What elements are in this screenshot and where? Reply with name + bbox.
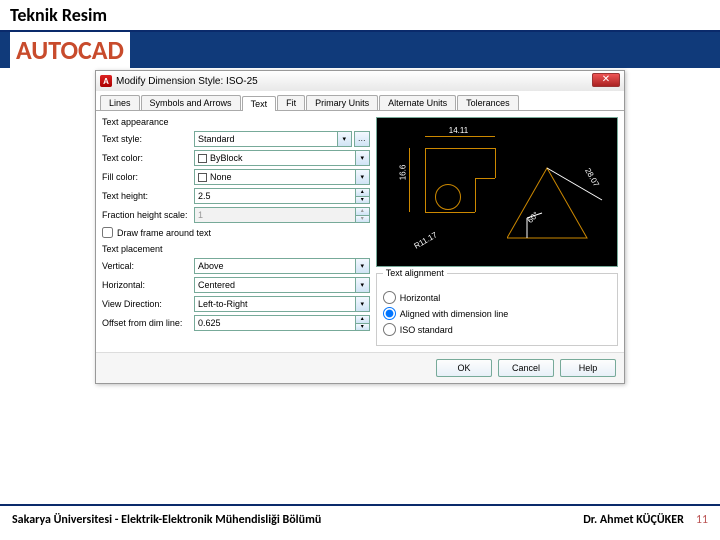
view-direction-label: View Direction: <box>102 299 194 309</box>
dimension-preview: 14.11 16.6 R11.17 <box>376 117 618 267</box>
left-column: Text appearance Text style: Standard ▾ …… <box>102 117 370 346</box>
fill-color-label: Fill color: <box>102 172 194 182</box>
slide-footer: Sakarya Üniversitesi - Elektrik-Elektron… <box>0 504 720 534</box>
radio-horizontal[interactable]: Horizontal <box>383 291 611 304</box>
dialog-title: Modify Dimension Style: ISO-25 <box>116 76 620 87</box>
tab-symbols-arrows[interactable]: Symbols and Arrows <box>141 95 241 110</box>
text-height-spinner[interactable]: 2.5 ▴▾ <box>194 188 370 204</box>
text-style-browse-button[interactable]: … <box>354 131 370 147</box>
section-text-appearance: Text appearance <box>102 117 370 127</box>
fill-color-dropdown[interactable]: None ▾ <box>194 169 370 185</box>
color-swatch-icon <box>198 173 207 182</box>
vertical-dropdown[interactable]: Above ▾ <box>194 258 370 274</box>
vertical-label: Vertical: <box>102 261 194 271</box>
text-alignment-group: Text alignment Horizontal Aligned with d… <box>376 273 618 346</box>
help-button[interactable]: Help <box>560 359 616 377</box>
chevron-down-icon: ▾ <box>355 278 369 292</box>
dimension-style-dialog: A Modify Dimension Style: ISO-25 ✕ Lines… <box>95 70 625 384</box>
close-button[interactable]: ✕ <box>592 73 620 87</box>
spin-down-icon[interactable]: ▾ <box>355 197 369 204</box>
checkbox-icon[interactable] <box>102 227 113 238</box>
dialog-button-row: OK Cancel Help <box>96 352 624 383</box>
row-offset: Offset from dim line: 0.625 ▴▾ <box>102 315 370 331</box>
footer-right: Dr. Ahmet KÜÇÜKER <box>583 513 684 527</box>
text-color-label: Text color: <box>102 153 194 163</box>
tab-primary-units[interactable]: Primary Units <box>306 95 378 110</box>
title-band: AUTOCAD <box>0 32 720 68</box>
tab-text[interactable]: Text <box>242 96 277 111</box>
tab-lines[interactable]: Lines <box>100 95 140 110</box>
fraction-height-label: Fraction height scale: <box>102 210 194 220</box>
row-text-style: Text style: Standard ▾ … <box>102 131 370 147</box>
section-text-placement: Text placement <box>102 244 370 254</box>
text-alignment-legend: Text alignment <box>383 268 447 278</box>
text-style-dropdown[interactable]: Standard ▾ <box>194 131 352 147</box>
row-vertical: Vertical: Above ▾ <box>102 258 370 274</box>
tab-tolerances[interactable]: Tolerances <box>457 95 519 110</box>
chevron-down-icon: ▾ <box>355 170 369 184</box>
slide-header: Teknik Resim <box>0 0 720 32</box>
dialog-body: Text appearance Text style: Standard ▾ …… <box>96 111 624 352</box>
spin-up-icon[interactable]: ▴ <box>355 189 369 197</box>
row-text-color: Text color: ByBlock ▾ <box>102 150 370 166</box>
right-column: 14.11 16.6 R11.17 <box>376 117 618 346</box>
row-view-direction: View Direction: Left-to-Right ▾ <box>102 296 370 312</box>
tab-strip: Lines Symbols and Arrows Text Fit Primar… <box>96 91 624 111</box>
dialog-titlebar[interactable]: A Modify Dimension Style: ISO-25 ✕ <box>96 71 624 91</box>
footer-left: Sakarya Üniversitesi - Elektrik-Elektron… <box>12 513 583 527</box>
chevron-down-icon: ▾ <box>355 151 369 165</box>
spin-up-icon: ▴ <box>355 208 369 216</box>
color-swatch-icon <box>198 154 207 163</box>
chevron-down-icon: ▾ <box>355 259 369 273</box>
row-horizontal: Horizontal: Centered ▾ <box>102 277 370 293</box>
ok-button[interactable]: OK <box>436 359 492 377</box>
text-height-label: Text height: <box>102 191 194 201</box>
horizontal-dropdown[interactable]: Centered ▾ <box>194 277 370 293</box>
radio-iso[interactable]: ISO standard <box>383 323 611 336</box>
text-style-label: Text style: <box>102 134 194 144</box>
tab-alternate-units[interactable]: Alternate Units <box>379 95 456 110</box>
spin-down-icon: ▾ <box>355 216 369 223</box>
row-text-height: Text height: 2.5 ▴▾ <box>102 188 370 204</box>
app-icon: A <box>100 75 112 87</box>
text-color-dropdown[interactable]: ByBlock ▾ <box>194 150 370 166</box>
slide-canvas: A Modify Dimension Style: ISO-25 ✕ Lines… <box>0 68 720 504</box>
topic-title: AUTOCAD <box>10 32 130 68</box>
draw-frame-checkbox[interactable]: Draw frame around text <box>102 227 370 238</box>
row-fraction-height: Fraction height scale: 1 ▴▾ <box>102 207 370 223</box>
chevron-down-icon: ▾ <box>355 297 369 311</box>
tab-fit[interactable]: Fit <box>277 95 305 110</box>
view-direction-dropdown[interactable]: Left-to-Right ▾ <box>194 296 370 312</box>
chevron-down-icon: ▾ <box>337 132 351 146</box>
spin-down-icon[interactable]: ▾ <box>355 324 369 331</box>
radio-aligned[interactable]: Aligned with dimension line <box>383 307 611 320</box>
fraction-height-spinner: 1 ▴▾ <box>194 207 370 223</box>
page-number: 11 <box>696 513 708 527</box>
offset-label: Offset from dim line: <box>102 318 194 328</box>
horizontal-label: Horizontal: <box>102 280 194 290</box>
spin-up-icon[interactable]: ▴ <box>355 316 369 324</box>
course-title: Teknik Resim <box>10 4 710 26</box>
offset-spinner[interactable]: 0.625 ▴▾ <box>194 315 370 331</box>
row-fill-color: Fill color: None ▾ <box>102 169 370 185</box>
cancel-button[interactable]: Cancel <box>498 359 554 377</box>
